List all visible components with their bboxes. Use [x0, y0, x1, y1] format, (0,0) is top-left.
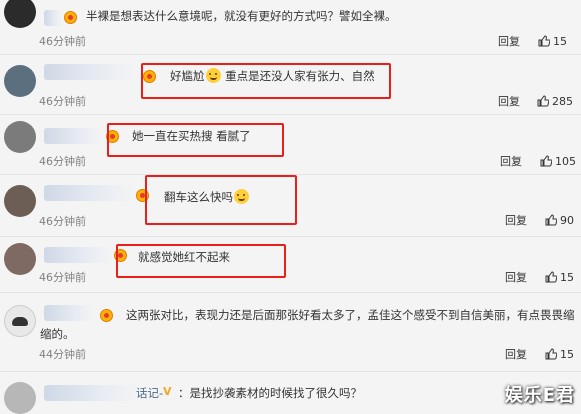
like-button[interactable]: 90	[545, 214, 574, 228]
username-blurred[interactable]	[44, 247, 114, 263]
comment-text: 半裸是想表达什么意境呢，就没有更好的方式吗？譬如全裸。	[86, 9, 397, 23]
like-count: 15	[553, 35, 567, 48]
comment-time: 44分钟前	[39, 348, 86, 361]
thumbs-up-icon	[545, 271, 557, 283]
like-count: 105	[555, 155, 576, 168]
like-count: 15	[560, 271, 574, 284]
comment-time: 46分钟前	[39, 155, 86, 168]
member-badge-icon	[64, 11, 77, 24]
comment-time: 46分钟前	[39, 95, 86, 108]
avatar[interactable]	[4, 382, 36, 414]
thumbs-up-icon	[538, 35, 550, 47]
reply-button[interactable]: 回复	[505, 271, 527, 285]
watermark: 娱乐E君	[504, 385, 575, 406]
highlight-box	[141, 63, 391, 99]
avatar[interactable]	[4, 65, 36, 97]
thumbs-up-icon	[545, 214, 557, 226]
username-blurred[interactable]	[44, 185, 136, 201]
like-count: 90	[560, 214, 574, 227]
comment-7: 话记- V ：是找抄袭素材的时候找了很久吗？	[0, 372, 581, 414]
highlight-box	[116, 244, 286, 278]
username-blurred[interactable]	[44, 64, 136, 80]
comment-5: 就感觉她红不起来 46分钟前 回复 15	[0, 237, 581, 291]
comment-text: ：是找抄袭素材的时候找了很久吗？	[178, 386, 362, 400]
comment-3: 她一直在买热搜 看腻了 46分钟前 回复 105	[0, 115, 581, 173]
like-button[interactable]: 15	[545, 348, 574, 362]
like-count: 285	[552, 95, 573, 108]
avatar[interactable]	[4, 121, 36, 153]
member-badge-icon	[100, 309, 113, 322]
like-button[interactable]: 105	[540, 155, 576, 169]
like-button[interactable]: 15	[538, 35, 567, 49]
highlight-box	[145, 175, 297, 225]
avatar[interactable]	[4, 305, 36, 337]
reply-button[interactable]: 回复	[505, 348, 527, 362]
like-button[interactable]: 285	[537, 95, 573, 109]
avatar-graphic	[12, 317, 28, 326]
like-button[interactable]: 15	[545, 271, 574, 285]
comment-time: 46分钟前	[39, 215, 86, 228]
verified-badge-icon: V	[163, 385, 172, 398]
thumbs-up-icon	[540, 155, 552, 167]
thumbs-up-icon	[545, 348, 557, 360]
reply-button[interactable]: 回复	[498, 95, 520, 109]
username-blurred[interactable]	[44, 385, 140, 401]
avatar[interactable]	[4, 185, 36, 217]
username-fragment[interactable]: 话记-	[136, 385, 163, 401]
avatar[interactable]	[4, 0, 36, 28]
username-blurred[interactable]	[44, 305, 96, 321]
reply-button[interactable]: 回复	[505, 214, 527, 228]
like-count: 15	[560, 348, 574, 361]
reply-button[interactable]: 回复	[500, 155, 522, 169]
comment-text: 这两张对比，表现力还是后面那张好看太多了，孟佳这个感受不到自信美丽，有点畏畏缩	[126, 308, 575, 322]
comment-time: 46分钟前	[39, 271, 86, 284]
username-blurred[interactable]	[44, 10, 62, 26]
comment-6: 这两张对比，表现力还是后面那张好看太多了，孟佳这个感受不到自信美丽，有点畏畏缩 …	[0, 293, 581, 371]
reply-button[interactable]: 回复	[498, 35, 520, 49]
comment-text-line2: 缩的。	[40, 327, 75, 341]
comment-2: 好尴尬 重点是还没人家有张力、自然 46分钟前 回复 285	[0, 55, 581, 113]
comment-time: 46分钟前	[39, 35, 86, 48]
highlight-box	[107, 123, 284, 157]
comment-4: 翻车这么快吗 46分钟前 回复 90	[0, 175, 581, 235]
comment-1: 半裸是想表达什么意境呢，就没有更好的方式吗？譬如全裸。 46分钟前 回复 15	[0, 0, 581, 53]
avatar[interactable]	[4, 243, 36, 275]
thumbs-up-icon	[537, 95, 549, 107]
username-blurred[interactable]	[44, 128, 104, 144]
